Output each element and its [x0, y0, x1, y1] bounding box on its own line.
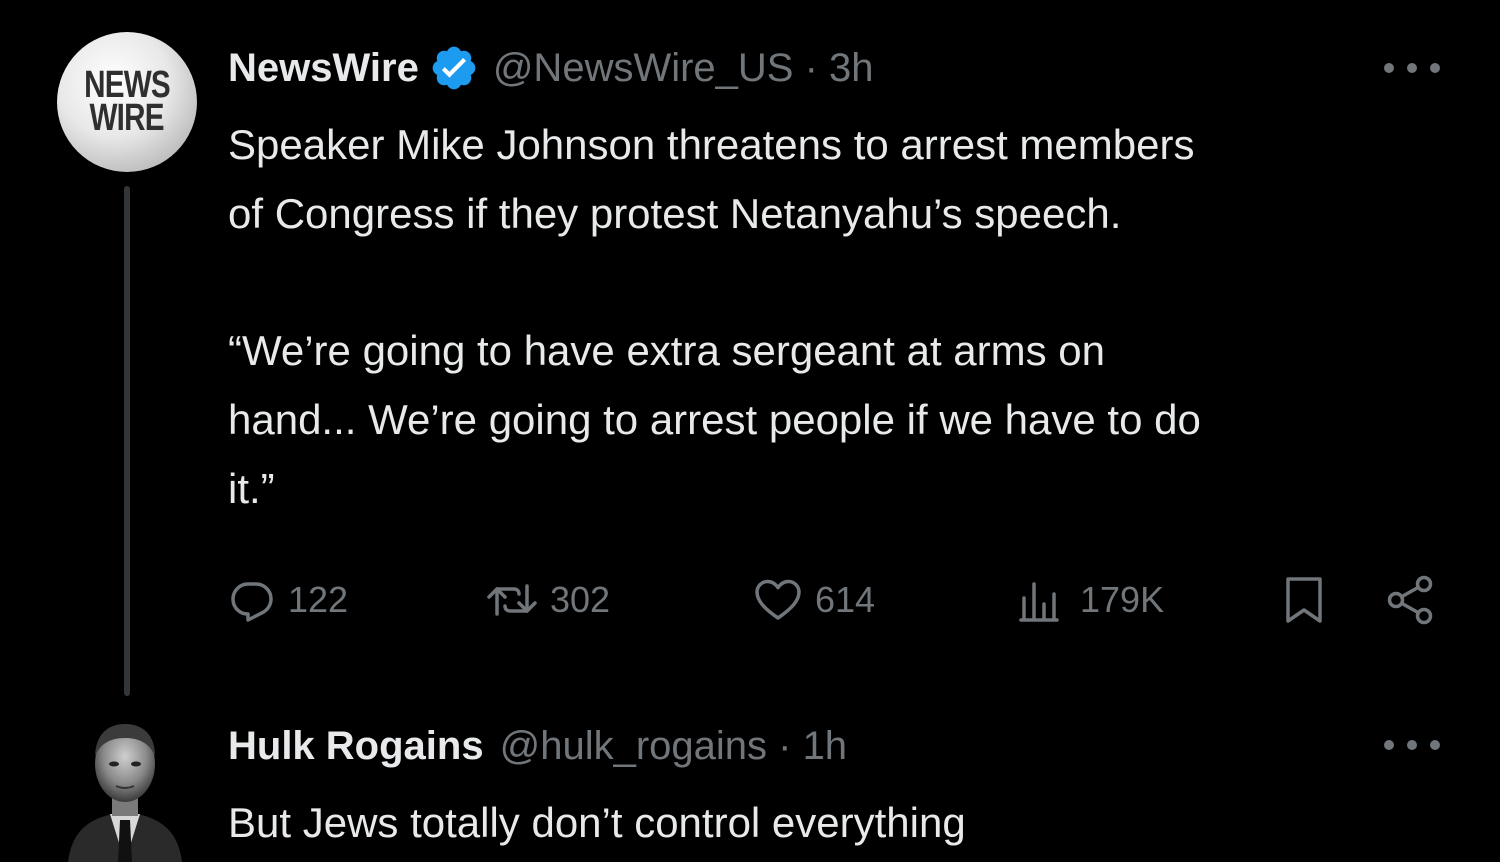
like-button[interactable]: 614 — [753, 570, 875, 630]
views-button[interactable]: 179K — [1018, 570, 1164, 630]
hulk-rogains-avatar[interactable] — [60, 712, 190, 862]
reply-header: Hulk Rogains @hulk_rogains · 1h — [228, 716, 847, 776]
share-button[interactable] — [1384, 570, 1436, 630]
newswire-avatar[interactable]: NEWS WIRE — [57, 32, 197, 172]
bookmark-icon — [1286, 577, 1322, 623]
share-icon — [1387, 575, 1433, 625]
verified-badge-icon — [429, 43, 479, 93]
tweet-text-paragraph-1: Speaker Mike Johnson threatens to arrest… — [228, 121, 1195, 237]
avatar-logo-line-2: WIRE — [89, 97, 165, 139]
timeline: NEWS WIRE NewsWire @NewsWire_US · 3h Spe… — [0, 0, 1500, 862]
reply-author-handle-time[interactable]: @hulk_rogains · 1h — [500, 724, 847, 769]
heart-icon — [755, 579, 801, 620]
tweet-text-paragraph-2: “We’re going to have extra sergeant at a… — [228, 327, 1201, 512]
reply-more-options-icon[interactable] — [1384, 735, 1440, 755]
retweet-icon — [487, 584, 537, 616]
author-handle-time[interactable]: @NewsWire_US · 3h — [493, 46, 874, 91]
author-name[interactable]: NewsWire — [228, 46, 419, 91]
reply-icon — [231, 582, 273, 622]
tweet-actions-bar: 122 302 614 179K — [228, 570, 1448, 630]
tweet-header: NewsWire @NewsWire_US · 3h — [228, 38, 874, 98]
thread-connector-line — [124, 186, 130, 696]
reply-author-name[interactable]: Hulk Rogains — [228, 724, 484, 769]
reply-button[interactable]: 122 — [228, 570, 348, 630]
views-count: 179K — [1080, 579, 1165, 620]
reply-count: 122 — [288, 579, 349, 620]
retweet-button[interactable]: 302 — [486, 570, 610, 630]
retweet-count: 302 — [550, 579, 611, 620]
like-count: 614 — [815, 579, 876, 620]
more-options-icon[interactable] — [1384, 58, 1440, 78]
bookmark-button[interactable] — [1280, 570, 1328, 630]
reply-text: But Jews totally don’t control everythin… — [228, 799, 966, 846]
views-icon — [1019, 582, 1059, 622]
